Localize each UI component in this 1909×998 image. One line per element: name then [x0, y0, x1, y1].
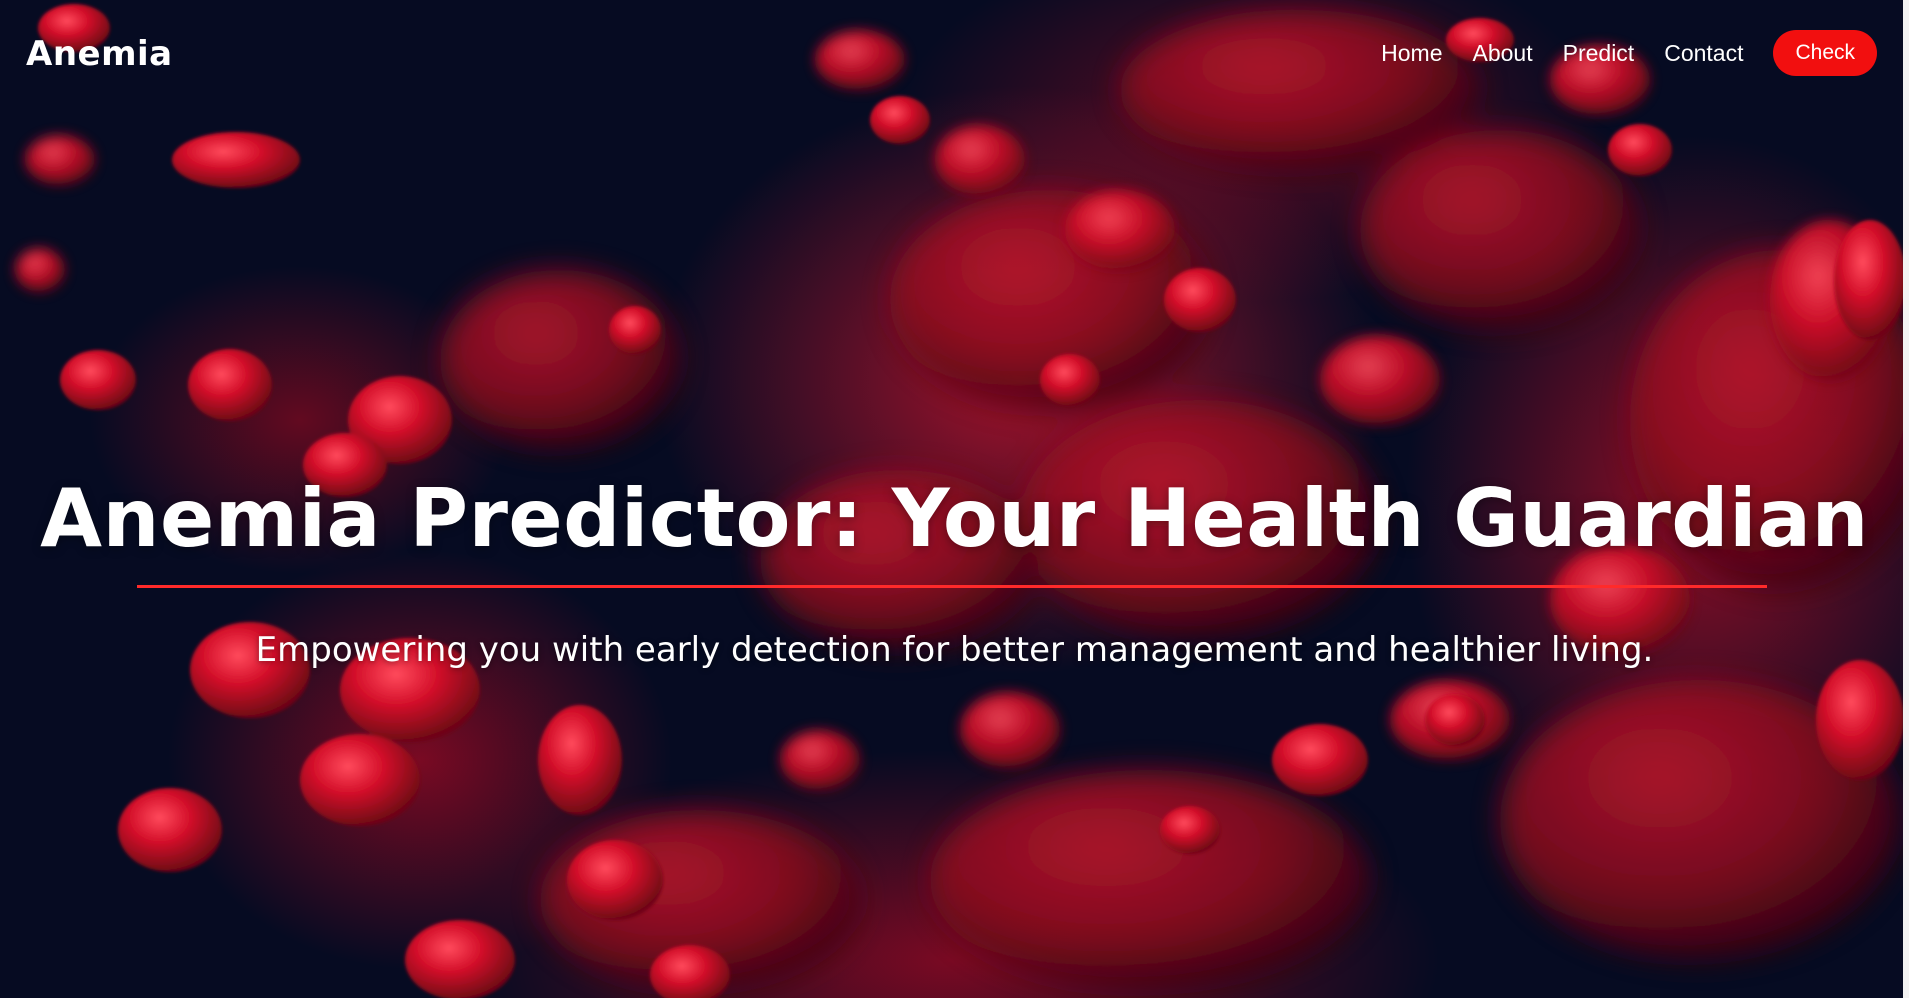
hero-divider: [137, 585, 1767, 588]
brand-logo[interactable]: Anemia: [26, 34, 173, 74]
hero-subtitle: Empowering you with early detection for …: [255, 630, 1654, 670]
check-button[interactable]: Check: [1773, 30, 1877, 76]
hero-title: Anemia Predictor: Your Health Guardian: [40, 472, 1869, 565]
landing-page: Anemia Home About Predict Contact Check …: [0, 0, 1909, 998]
nav-link-contact[interactable]: Contact: [1664, 40, 1743, 67]
nav-link-predict[interactable]: Predict: [1563, 40, 1635, 67]
nav-link-home[interactable]: Home: [1381, 40, 1442, 67]
nav-link-about[interactable]: About: [1473, 40, 1533, 67]
main-navigation: Home About Predict Contact Check: [1381, 30, 1877, 76]
